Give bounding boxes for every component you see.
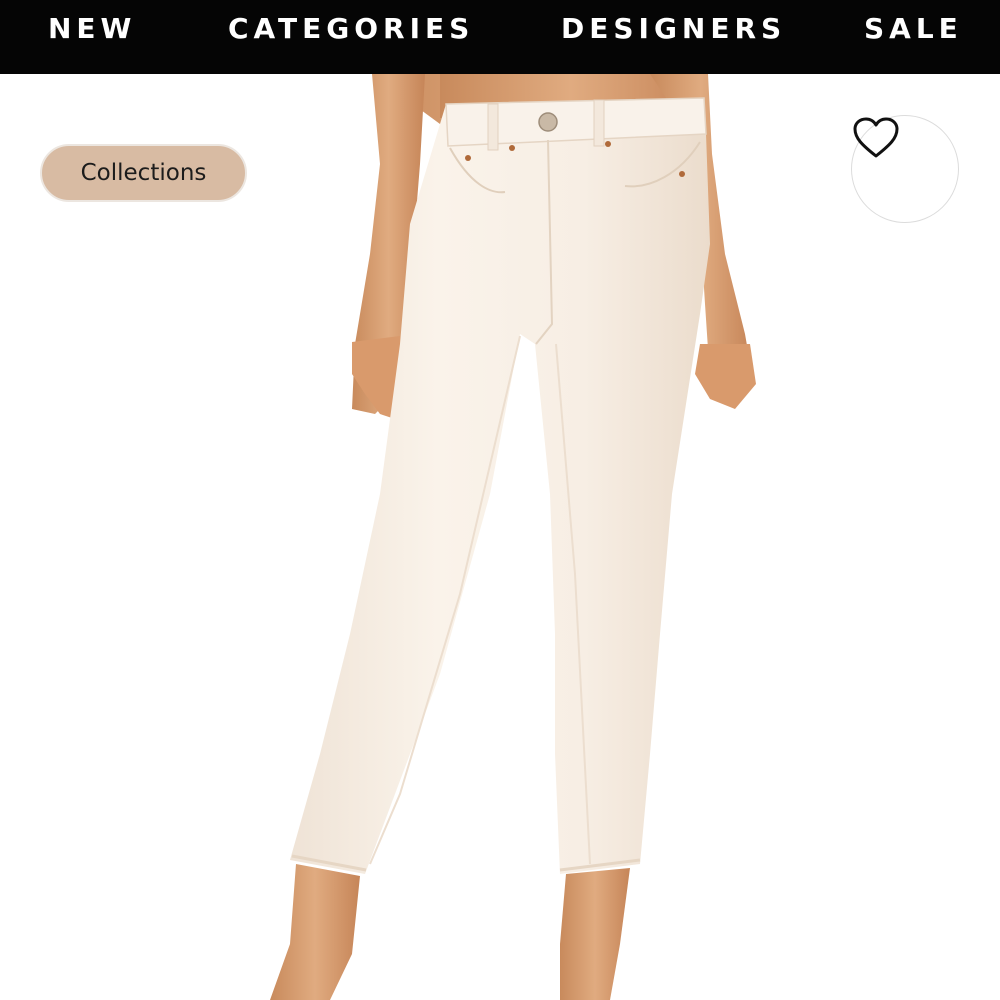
product-image[interactable]: Collections [0,74,1000,1000]
nav-sale[interactable]: SALE [864,0,963,74]
top-navigation: NEW CATEGORIES DESIGNERS SALE [0,0,1000,74]
collections-label: Collections [80,160,207,186]
collections-chip[interactable]: Collections [40,144,247,202]
favorite-button[interactable] [851,115,959,223]
nav-new[interactable]: NEW [48,0,136,74]
nav-categories[interactable]: CATEGORIES [228,0,474,74]
nav-designers[interactable]: DESIGNERS [561,0,786,74]
product-photo [270,74,756,1000]
